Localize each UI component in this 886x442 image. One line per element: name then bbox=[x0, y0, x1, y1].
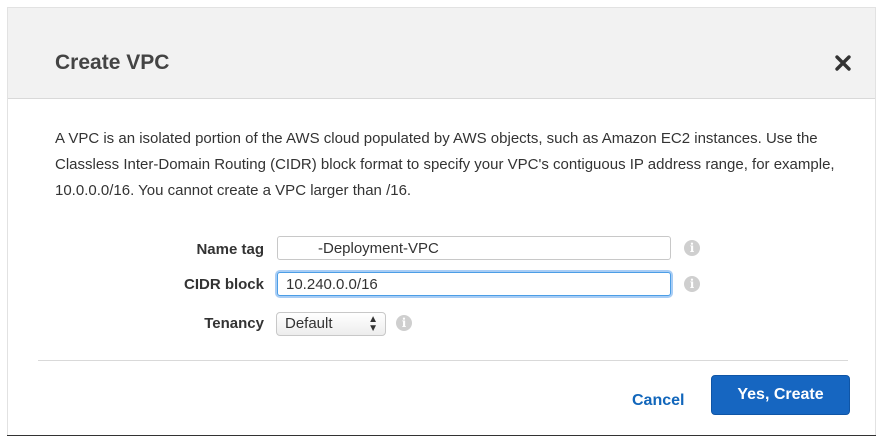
dialog-header: Create VPC bbox=[8, 8, 875, 99]
page-bottom-border bbox=[7, 435, 876, 436]
tenancy-label: Tenancy bbox=[204, 315, 264, 332]
tenancy-selected-value: Default bbox=[285, 315, 333, 332]
tenancy-row: Tenancy Default ▲ ▼ i bbox=[8, 310, 877, 338]
info-icon[interactable]: i bbox=[396, 315, 412, 331]
yes-create-button[interactable]: Yes, Create bbox=[711, 375, 850, 415]
cancel-button[interactable]: Cancel bbox=[624, 386, 692, 416]
dialog-description: A VPC is an isolated portion of the AWS … bbox=[55, 130, 835, 199]
select-arrows-icon: ▲ ▼ bbox=[368, 314, 378, 334]
cidr-block-input[interactable] bbox=[277, 272, 671, 296]
close-icon[interactable] bbox=[833, 53, 853, 73]
create-vpc-dialog: Create VPC A VPC is an isolated portion … bbox=[7, 7, 876, 435]
info-icon[interactable]: i bbox=[684, 240, 700, 256]
name-tag-input[interactable] bbox=[277, 236, 671, 260]
name-tag-row: Name tag i bbox=[8, 236, 877, 264]
info-icon[interactable]: i bbox=[684, 276, 700, 292]
tenancy-select[interactable]: Default ▲ ▼ bbox=[276, 312, 386, 336]
name-tag-label: Name tag bbox=[196, 241, 264, 258]
cidr-block-label: CIDR block bbox=[183, 276, 264, 293]
footer-divider bbox=[38, 360, 848, 361]
dialog-title: Create VPC bbox=[55, 51, 170, 74]
cidr-block-row: CIDR block i bbox=[8, 271, 877, 299]
